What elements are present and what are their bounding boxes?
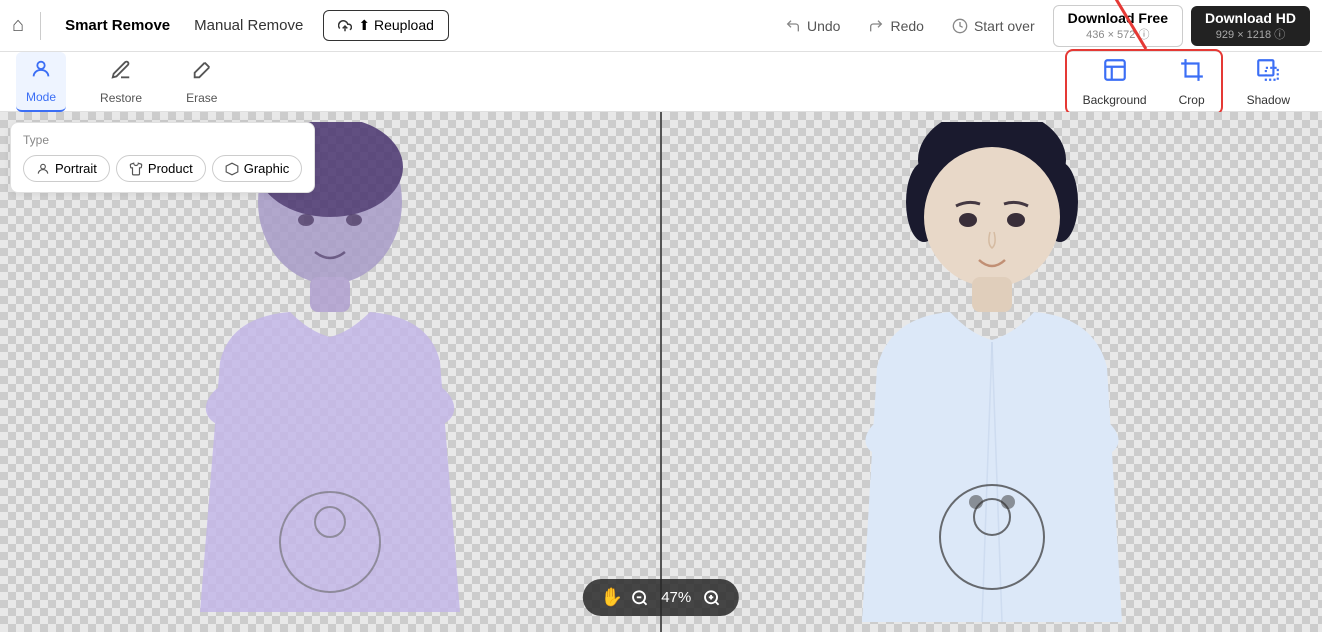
start-over-icon xyxy=(952,18,968,34)
person-right-silhouette xyxy=(827,122,1157,632)
undo-button[interactable]: Undo xyxy=(775,14,850,38)
shadow-tool[interactable]: Shadow xyxy=(1231,51,1306,113)
home-icon[interactable]: ⌂ xyxy=(12,14,24,37)
type-graphic[interactable]: Graphic xyxy=(212,155,303,182)
mode-icon xyxy=(30,58,52,86)
zoom-level: 47% xyxy=(657,589,695,606)
header-divider xyxy=(40,12,41,40)
type-options: Portrait Product Graphic xyxy=(23,155,302,182)
start-over-button[interactable]: Start over xyxy=(942,14,1045,38)
toolbar: Mode Restore Erase Background Crop xyxy=(0,52,1322,112)
background-icon xyxy=(1102,57,1128,89)
right-tools: Background Crop Shadow xyxy=(1065,49,1306,115)
header: ⌂ Smart Remove Manual Remove ⬆ Reupload … xyxy=(0,0,1322,52)
reupload-icon xyxy=(338,19,352,33)
download-free-button[interactable]: Download Free 436 × 572 ⓘ xyxy=(1053,5,1183,47)
restore-tool[interactable]: Restore xyxy=(90,53,152,111)
restore-icon xyxy=(110,59,132,87)
type-portrait[interactable]: Portrait xyxy=(23,155,110,182)
person-left-silhouette xyxy=(180,122,480,632)
reupload-button[interactable]: ⬆ Reupload xyxy=(323,10,449,41)
background-tool[interactable]: Background xyxy=(1067,51,1163,113)
zoom-bar: ✋ 47% xyxy=(583,579,739,616)
redo-button[interactable]: Redo xyxy=(858,14,933,38)
canvas-divider xyxy=(660,112,662,632)
zoom-out-icon xyxy=(631,589,649,607)
crop-tool[interactable]: Crop xyxy=(1163,51,1221,113)
crop-icon xyxy=(1179,57,1205,89)
download-hd-button[interactable]: Download HD 929 × 1218 ⓘ xyxy=(1191,6,1310,46)
erase-tool[interactable]: Erase xyxy=(176,53,227,111)
portrait-icon xyxy=(36,162,50,176)
smart-remove-tab[interactable]: Smart Remove xyxy=(57,13,178,38)
type-label: Type xyxy=(23,133,302,147)
undo-icon xyxy=(785,18,801,34)
type-product[interactable]: Product xyxy=(116,155,206,182)
mode-tool[interactable]: Mode xyxy=(16,52,66,112)
type-panel: Type Portrait Product Graphic xyxy=(10,122,315,193)
highlighted-tools-group: Background Crop xyxy=(1065,49,1223,115)
shadow-icon xyxy=(1255,57,1281,89)
graphic-icon xyxy=(225,162,239,176)
redo-icon xyxy=(868,18,884,34)
manual-remove-tab[interactable]: Manual Remove xyxy=(186,13,311,38)
hand-tool[interactable]: ✋ xyxy=(601,587,623,608)
right-canvas[interactable] xyxy=(662,112,1322,632)
erase-icon xyxy=(191,59,213,87)
zoom-out-button[interactable] xyxy=(631,589,649,607)
product-icon xyxy=(129,162,143,176)
reupload-label: ⬆ Reupload xyxy=(358,17,434,34)
zoom-in-icon xyxy=(703,589,721,607)
main-area: Type Portrait Product Graphic xyxy=(0,112,1322,632)
zoom-in-button[interactable] xyxy=(703,589,721,607)
